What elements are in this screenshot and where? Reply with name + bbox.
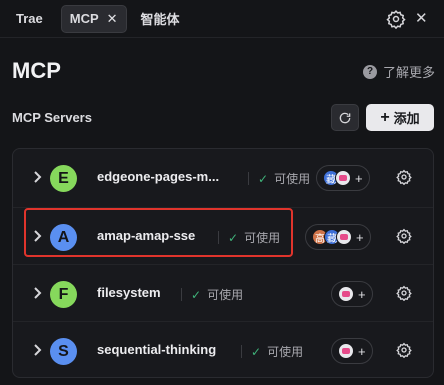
add-server-button[interactable]: + 添加	[366, 104, 434, 131]
server-avatar: A	[50, 224, 77, 251]
check-icon: ✓	[228, 230, 239, 245]
chevron-right-icon[interactable]	[32, 229, 42, 243]
gear-icon[interactable]	[396, 169, 412, 185]
status-badge: ✓ 可使用	[218, 229, 280, 246]
plus-icon: +	[358, 286, 366, 302]
status-badge: ✓ 可使用	[241, 343, 303, 360]
mail-icon	[338, 343, 354, 359]
chevron-right-icon[interactable]	[32, 343, 42, 357]
agent-pill[interactable]: +	[331, 281, 373, 307]
status-badge: ✓ 可使用	[248, 170, 310, 187]
gear-icon[interactable]	[396, 228, 412, 244]
divider	[248, 172, 249, 185]
learn-more-link[interactable]: ? 了解更多	[363, 62, 435, 81]
agent-pill[interactable]: 高藏 +	[305, 224, 371, 250]
status-text: 可使用	[207, 288, 244, 302]
tab-label: Trae	[16, 11, 43, 26]
mail-icon	[335, 170, 351, 186]
server-avatar: F	[50, 281, 77, 308]
plus-icon: +	[356, 229, 364, 245]
tab-agents[interactable]: 智能体	[133, 5, 188, 33]
tab-mcp[interactable]: MCP ✕	[60, 4, 127, 33]
chevron-right-icon[interactable]	[32, 170, 42, 184]
agent-pill[interactable]: 藏 +	[316, 165, 370, 191]
server-row[interactable]: Eedgeone-pages-m... ✓ 可使用藏 +	[13, 149, 433, 206]
status-text: 可使用	[274, 172, 311, 186]
mail-icon	[338, 286, 354, 302]
server-avatar: E	[50, 165, 77, 192]
plus-icon: +	[380, 108, 390, 126]
server-row[interactable]: Ffilesystem ✓ 可使用 +	[13, 264, 433, 321]
close-icon[interactable]: ✕	[107, 11, 118, 27]
server-name: filesystem	[97, 285, 161, 300]
divider	[241, 345, 242, 358]
server-row[interactable]: Ssequential-thinking ✓ 可使用 +	[13, 321, 433, 378]
add-label: 添加	[393, 111, 420, 126]
status-text: 可使用	[267, 345, 304, 359]
plus-icon: +	[358, 343, 366, 359]
chevron-right-icon[interactable]	[32, 286, 42, 300]
help-icon: ?	[363, 64, 377, 79]
divider	[218, 231, 219, 244]
tab-label: 智能体	[140, 12, 180, 27]
refresh-icon	[339, 112, 351, 123]
page-title: MCP	[12, 58, 61, 83]
divider	[181, 288, 182, 301]
agent-pill[interactable]: +	[331, 338, 373, 364]
server-row[interactable]: Aamap-amap-sse ✓ 可使用 高藏 +	[13, 207, 433, 264]
tab-label: MCP	[69, 11, 99, 26]
learn-more-label: 了解更多	[383, 65, 436, 80]
plus-icon: +	[355, 170, 363, 186]
close-panel-icon[interactable]: ✕	[415, 9, 428, 27]
server-avatar: S	[50, 338, 77, 365]
settings-gear-icon[interactable]	[386, 9, 406, 29]
tab-bar: Trae MCP ✕ 智能体	[0, 0, 444, 38]
tab-trae[interactable]: Trae	[8, 5, 51, 33]
server-name: edgeone-pages-m...	[97, 169, 220, 184]
mail-icon	[336, 229, 352, 245]
server-name: amap-amap-sse	[97, 228, 196, 243]
server-name: sequential-thinking	[97, 342, 217, 357]
check-icon: ✓	[258, 171, 269, 186]
status-badge: ✓ 可使用	[181, 286, 243, 303]
status-text: 可使用	[244, 231, 281, 245]
refresh-button[interactable]	[331, 104, 359, 131]
check-icon: ✓	[191, 287, 202, 302]
section-title: MCP Servers	[12, 110, 92, 125]
check-icon: ✓	[251, 344, 262, 359]
server-list: Eedgeone-pages-m... ✓ 可使用藏 + Aamap-amap-sse ✓…	[12, 148, 434, 378]
gear-icon[interactable]	[396, 342, 412, 358]
gear-icon[interactable]	[396, 285, 412, 301]
